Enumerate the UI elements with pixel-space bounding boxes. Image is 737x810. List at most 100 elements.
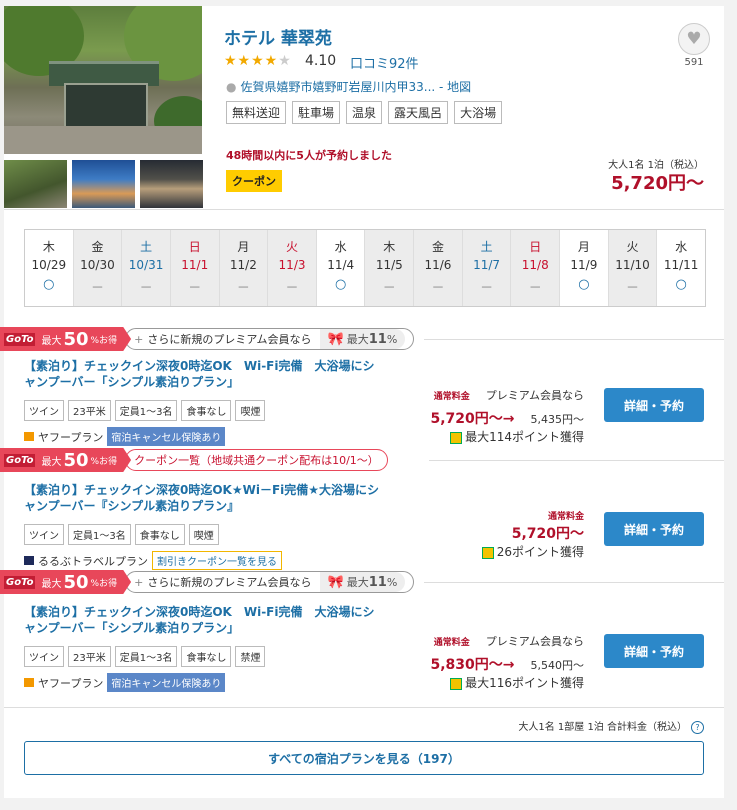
plan-1: 【素泊り】チェックイン深夜0時迄OK Wi-Fi完備 大浴場にシャンプーバー「シ… (24, 358, 704, 446)
unavailable-dash-icon: － (236, 281, 250, 296)
premium-pill[interactable]: + さらに新規のプレミアム会員なら 🎀 最大 11% (125, 571, 415, 593)
plan-provider: ヤフープラン 宿泊キャンセル保険あり (24, 427, 704, 446)
price-label: 通常料金 (547, 512, 584, 522)
calendar-date: 10/30 (80, 258, 115, 272)
lowest-price: 5,720円〜 (611, 173, 704, 194)
calendar-day[interactable]: 水 11/4 ○ (316, 230, 366, 306)
available-circle-icon[interactable]: ○ (25, 277, 73, 292)
calendar-weekday: 月 (237, 240, 250, 254)
goto-percent: 50 (63, 449, 89, 471)
calendar-day: 日 11/1 － (170, 230, 220, 306)
plan-price: 通常料金 プレミアム会員なら 5,830円〜→ 5,540円〜 最大116ポイン… (430, 626, 584, 691)
hotel-main-photo[interactable] (4, 6, 202, 154)
plan-tag: ツイン (24, 524, 64, 545)
hotel-name[interactable]: ホテル 華翠苑 (224, 24, 332, 49)
plus-icon: + (134, 575, 144, 589)
calendar-date: 11/2 (229, 258, 257, 272)
plan-tag: 食事なし (134, 524, 185, 545)
coupon-list-pill[interactable]: クーポン一覧（地域共通クーポン配布は10/1〜） (125, 449, 388, 471)
plan-price: 通常料金 5,720円〜 26ポイント獲得 (481, 504, 584, 560)
amenity-tag: 駐車場 (292, 101, 341, 124)
points: 最大116ポイント獲得 (430, 674, 584, 691)
cancel-insurance-badge[interactable]: 宿泊キャンセル保険あり (107, 673, 226, 692)
goto-max-label: 最大 (41, 456, 62, 468)
calendar-day: 金 10/30 － (73, 230, 123, 306)
calendar-date: 11/11 (663, 258, 699, 272)
calendar-day[interactable]: 月 11/9 ○ (560, 230, 609, 306)
goto-banner: GoTo 最大 50 %お得 クーポン一覧（地域共通クーポン配布は10/1〜） (0, 448, 388, 472)
premium-label: プレミアム会員なら (485, 635, 584, 648)
plan-title[interactable]: 【素泊り】チェックイン深夜0時迄OK Wi-Fi完備 大浴場にシャンプーバー「シ… (24, 604, 384, 636)
goto-unit: %お得 (90, 578, 118, 589)
amenity-tag: 温泉 (346, 101, 383, 124)
plan-tag: ツイン (24, 400, 64, 421)
calendar-weekday: 木 (383, 240, 396, 254)
rating-score: 4.10 (305, 53, 337, 69)
hotel-thumbnail-1[interactable] (4, 160, 67, 208)
points: 26ポイント獲得 (481, 543, 584, 560)
hotel-thumbnail-3[interactable] (140, 160, 203, 208)
ribbon-icon: 🎀 (327, 574, 344, 590)
bag-icon (24, 678, 34, 687)
total-price-note: 大人1名 1部屋 1泊 合計料金（税込）? (518, 718, 704, 734)
plan-tag: 定員1〜3名 (114, 646, 178, 667)
goto-max-label: 最大 (41, 578, 62, 590)
calendar-day: 火 11/10 － (608, 230, 658, 306)
goto-discount-badge: GoTo 最大 50 %お得 (0, 570, 132, 594)
hotel-card: ホテル 華翠苑 ♥ 591 ★★★★★ 4.10 口コミ92件 ● 佐賀県嬉野市嬉… (0, 6, 724, 798)
map-link[interactable]: 地図 (447, 80, 471, 94)
calendar-weekday: 土 (140, 240, 153, 254)
divider (4, 209, 724, 210)
calendar-weekday: 土 (480, 240, 493, 254)
premium-text: さらに新規のプレミアム会員なら (147, 333, 312, 346)
hotel-thumbnail-2[interactable] (72, 160, 135, 208)
favorite-count: 591 (684, 57, 704, 68)
premium-max-num: 11 (368, 331, 387, 347)
plan-tag: 23平米 (68, 646, 111, 667)
coupon-link[interactable]: 割引きクーポン一覧を見る (152, 551, 282, 570)
available-circle-icon[interactable]: ○ (657, 277, 705, 292)
help-icon[interactable]: ? (691, 721, 704, 734)
unavailable-dash-icon: － (285, 281, 299, 296)
favorite-heart-icon[interactable]: ♥ (678, 23, 710, 55)
plan-price: 通常料金 プレミアム会員なら 5,720円〜→ 5,435円〜 最大114ポイン… (430, 380, 584, 445)
calendar-date: 11/7 (473, 258, 501, 272)
premium-text: さらに新規のプレミアム会員なら (147, 576, 312, 589)
premium-max-unit: % (386, 575, 398, 589)
plan-tag: 食事なし (181, 400, 232, 421)
coupon-badge: クーポン (226, 170, 282, 192)
goto-logo: GoTo (4, 453, 36, 467)
address: ● 佐賀県嬉野市嬉野町岩屋川内甲33... - 地図 (226, 80, 472, 94)
all-plans-button[interactable]: すべての宿泊プランを見る（197） (24, 741, 704, 775)
reviews-link[interactable]: 口コミ92件 (350, 53, 419, 72)
calendar-weekday: 月 (577, 240, 590, 254)
calendar-day[interactable]: 水 11/11 ○ (657, 230, 705, 306)
map-pin-icon: ● (226, 80, 237, 94)
provider-name: ヤフープラン (38, 430, 104, 444)
calendar-day: 木 11/5 － (365, 230, 415, 306)
regular-price: 5,830円〜→ (430, 657, 515, 673)
amenity-tag: 大浴場 (454, 101, 503, 124)
plan-title[interactable]: 【素泊り】チェックイン深夜0時迄OK★Wi－Fi完備★大浴場にシャンプーバー『シ… (24, 482, 384, 514)
plan-title[interactable]: 【素泊り】チェックイン深夜0時迄OK Wi-Fi完備 大浴場にシャンプーバー「シ… (24, 358, 384, 390)
reserve-button[interactable]: 詳細・予約 (604, 388, 704, 422)
premium-max: 🎀 最大 11% (319, 572, 406, 592)
calendar-date: 11/8 (521, 258, 549, 272)
reserve-button[interactable]: 詳細・予約 (604, 512, 704, 546)
premium-max-num: 11 (368, 574, 387, 590)
calendar-date: 11/9 (570, 258, 598, 272)
calendar-date: 11/5 (375, 258, 403, 272)
plan-provider: るるぶトラベルプラン 割引きクーポン一覧を見る (24, 551, 704, 570)
points-text: 最大114ポイント獲得 (465, 430, 584, 444)
reserve-button[interactable]: 詳細・予約 (604, 634, 704, 668)
plan-tag: 定員1〜3名 (114, 400, 178, 421)
amenity-tag: 露天風呂 (388, 101, 449, 124)
goto-logo: GoTo (4, 575, 36, 589)
cancel-insurance-badge[interactable]: 宿泊キャンセル保険あり (107, 427, 226, 446)
plan-tags: ツイン 23平米 定員1〜3名 食事なし 禁煙 (24, 646, 704, 667)
available-circle-icon[interactable]: ○ (560, 277, 608, 292)
available-circle-icon[interactable]: ○ (317, 277, 365, 292)
premium-pill[interactable]: + さらに新規のプレミアム会員なら 🎀 最大 11% (125, 328, 415, 350)
calendar-day[interactable]: 木 10/29 ○ (25, 230, 74, 306)
unavailable-dash-icon: － (382, 281, 396, 296)
